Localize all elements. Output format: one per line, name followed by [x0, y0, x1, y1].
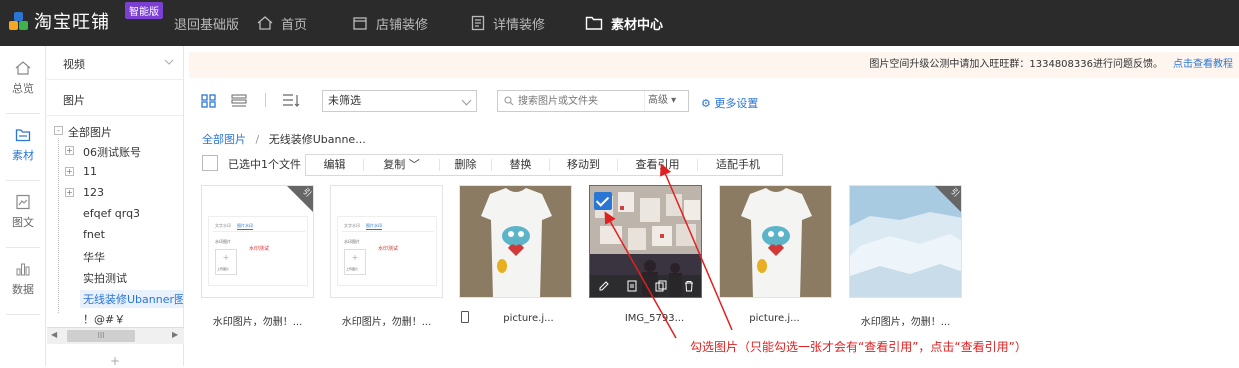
annotation-text: 勾选图片（只能勾选一张才会有“查看引用”，点击“查看引用”） [690, 340, 1027, 354]
annotation-arrows [604, 163, 733, 339]
